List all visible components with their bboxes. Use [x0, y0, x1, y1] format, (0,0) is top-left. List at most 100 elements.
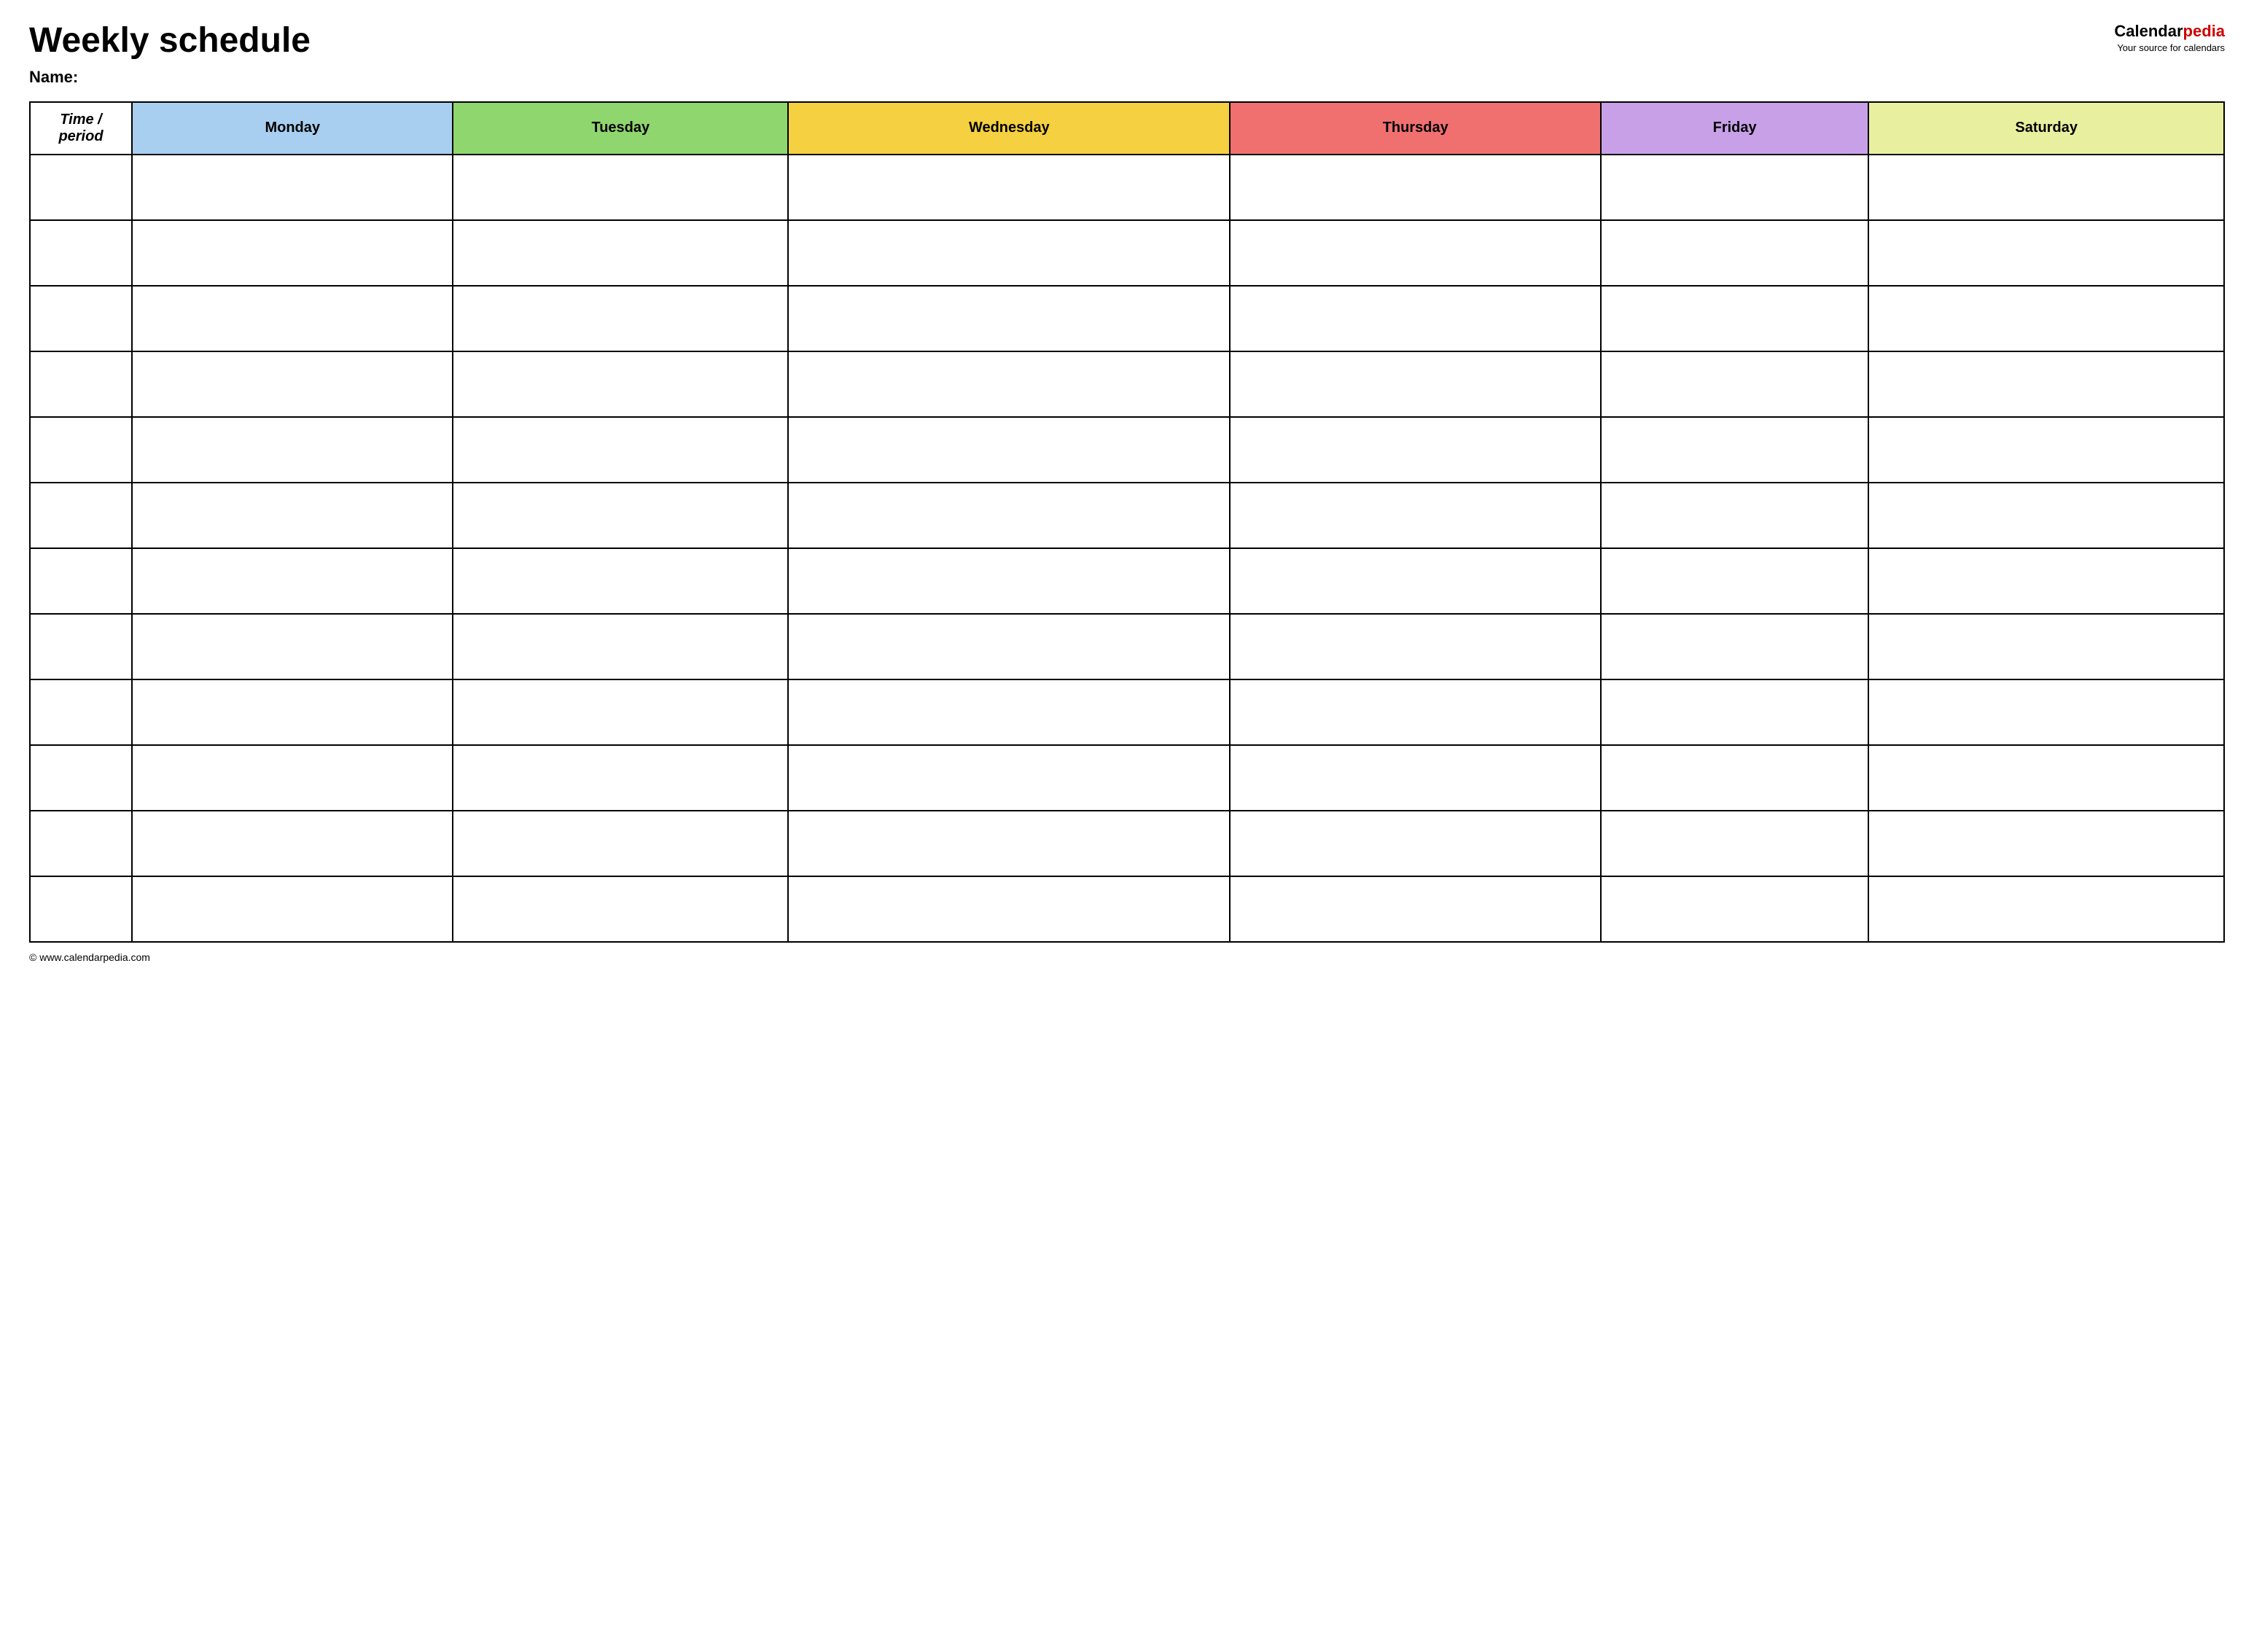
- time-cell[interactable]: [30, 417, 132, 483]
- time-cell[interactable]: [30, 286, 132, 351]
- time-cell[interactable]: [30, 679, 132, 745]
- table-row: [30, 548, 2224, 614]
- schedule-cell[interactable]: [1601, 614, 1868, 679]
- schedule-cell[interactable]: [788, 614, 1230, 679]
- schedule-cell[interactable]: [132, 811, 453, 876]
- schedule-cell[interactable]: [1868, 286, 2224, 351]
- schedule-body: [30, 155, 2224, 942]
- table-row: [30, 679, 2224, 745]
- schedule-cell[interactable]: [453, 351, 788, 417]
- time-cell[interactable]: [30, 876, 132, 942]
- schedule-cell[interactable]: [132, 417, 453, 483]
- schedule-cell[interactable]: [1601, 679, 1868, 745]
- schedule-cell[interactable]: [453, 483, 788, 548]
- schedule-cell[interactable]: [453, 679, 788, 745]
- schedule-cell[interactable]: [132, 220, 453, 286]
- schedule-cell[interactable]: [1230, 351, 1601, 417]
- footer: © www.calendarpedia.com: [29, 951, 2225, 963]
- schedule-cell[interactable]: [132, 679, 453, 745]
- time-cell[interactable]: [30, 483, 132, 548]
- table-row: [30, 811, 2224, 876]
- table-row: [30, 286, 2224, 351]
- logo-calendar: Calendar: [2114, 22, 2183, 40]
- schedule-cell[interactable]: [453, 155, 788, 220]
- table-row: [30, 351, 2224, 417]
- schedule-cell[interactable]: [132, 351, 453, 417]
- schedule-cell[interactable]: [132, 548, 453, 614]
- time-cell[interactable]: [30, 351, 132, 417]
- header-friday: Friday: [1601, 102, 1868, 155]
- schedule-cell[interactable]: [1868, 876, 2224, 942]
- schedule-cell[interactable]: [1868, 811, 2224, 876]
- schedule-cell[interactable]: [1601, 876, 1868, 942]
- time-cell[interactable]: [30, 155, 132, 220]
- schedule-cell[interactable]: [1230, 679, 1601, 745]
- schedule-cell[interactable]: [1601, 548, 1868, 614]
- schedule-cell[interactable]: [1868, 483, 2224, 548]
- logo-section: Calendarpedia Your source for calendars: [2114, 22, 2225, 53]
- schedule-cell[interactable]: [1601, 155, 1868, 220]
- schedule-cell[interactable]: [132, 286, 453, 351]
- schedule-cell[interactable]: [788, 155, 1230, 220]
- schedule-cell[interactable]: [788, 876, 1230, 942]
- schedule-cell[interactable]: [1230, 286, 1601, 351]
- schedule-cell[interactable]: [788, 745, 1230, 811]
- table-header-row: Time / period Monday Tuesday Wednesday T…: [30, 102, 2224, 155]
- schedule-cell[interactable]: [788, 286, 1230, 351]
- schedule-cell[interactable]: [1868, 614, 2224, 679]
- table-row: [30, 155, 2224, 220]
- schedule-cell[interactable]: [788, 483, 1230, 548]
- schedule-cell[interactable]: [788, 417, 1230, 483]
- schedule-cell[interactable]: [1601, 220, 1868, 286]
- schedule-cell[interactable]: [788, 679, 1230, 745]
- schedule-cell[interactable]: [132, 876, 453, 942]
- schedule-cell[interactable]: [453, 220, 788, 286]
- time-cell[interactable]: [30, 614, 132, 679]
- schedule-cell[interactable]: [453, 811, 788, 876]
- schedule-cell[interactable]: [1230, 745, 1601, 811]
- name-label: Name:: [29, 68, 311, 87]
- schedule-cell[interactable]: [132, 483, 453, 548]
- schedule-cell[interactable]: [1868, 351, 2224, 417]
- schedule-cell[interactable]: [1230, 220, 1601, 286]
- schedule-cell[interactable]: [1230, 155, 1601, 220]
- time-cell[interactable]: [30, 548, 132, 614]
- schedule-cell[interactable]: [1868, 155, 2224, 220]
- schedule-cell[interactable]: [1230, 483, 1601, 548]
- time-cell[interactable]: [30, 811, 132, 876]
- schedule-cell[interactable]: [1601, 351, 1868, 417]
- schedule-cell[interactable]: [453, 876, 788, 942]
- schedule-cell[interactable]: [1230, 417, 1601, 483]
- schedule-cell[interactable]: [788, 220, 1230, 286]
- schedule-cell[interactable]: [1601, 417, 1868, 483]
- schedule-cell[interactable]: [1868, 417, 2224, 483]
- table-row: [30, 417, 2224, 483]
- schedule-cell[interactable]: [1868, 548, 2224, 614]
- schedule-cell[interactable]: [1868, 679, 2224, 745]
- schedule-cell[interactable]: [1230, 876, 1601, 942]
- time-cell[interactable]: [30, 220, 132, 286]
- schedule-cell[interactable]: [132, 155, 453, 220]
- logo-tagline: Your source for calendars: [2117, 42, 2225, 53]
- schedule-cell[interactable]: [453, 548, 788, 614]
- schedule-cell[interactable]: [1601, 483, 1868, 548]
- schedule-cell[interactable]: [453, 745, 788, 811]
- schedule-cell[interactable]: [1601, 745, 1868, 811]
- schedule-cell[interactable]: [788, 351, 1230, 417]
- schedule-cell[interactable]: [1601, 286, 1868, 351]
- schedule-cell[interactable]: [1230, 614, 1601, 679]
- schedule-cell[interactable]: [1868, 745, 2224, 811]
- schedule-cell[interactable]: [788, 811, 1230, 876]
- schedule-cell[interactable]: [788, 548, 1230, 614]
- schedule-cell[interactable]: [1601, 811, 1868, 876]
- schedule-cell[interactable]: [132, 614, 453, 679]
- time-cell[interactable]: [30, 745, 132, 811]
- schedule-cell[interactable]: [1230, 548, 1601, 614]
- schedule-cell[interactable]: [453, 417, 788, 483]
- footer-url: © www.calendarpedia.com: [29, 951, 150, 963]
- schedule-cell[interactable]: [453, 286, 788, 351]
- schedule-cell[interactable]: [453, 614, 788, 679]
- schedule-cell[interactable]: [1868, 220, 2224, 286]
- schedule-cell[interactable]: [132, 745, 453, 811]
- schedule-cell[interactable]: [1230, 811, 1601, 876]
